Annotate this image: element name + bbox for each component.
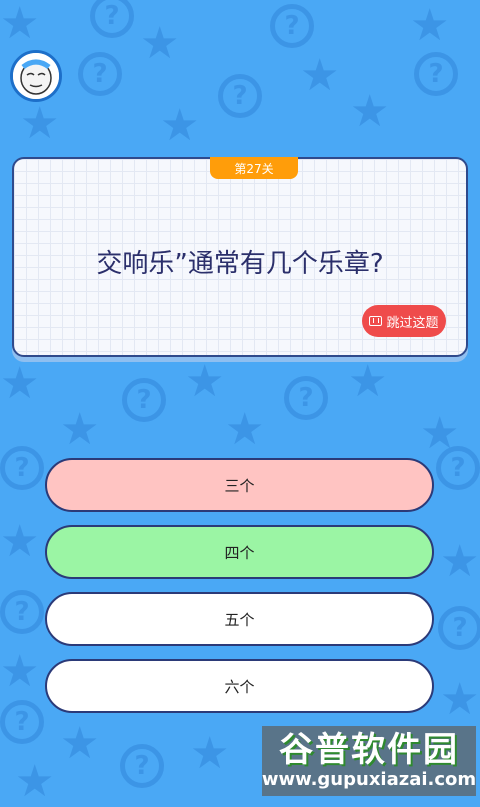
watermark: 谷普软件园 www.gupuxiazai.com <box>262 726 476 796</box>
question-mark-decoration-icon: ? <box>90 0 134 38</box>
star-decoration-icon: ★ <box>140 18 180 69</box>
question-mark-decoration-icon: ? <box>284 376 328 420</box>
star-decoration-icon: ★ <box>440 674 480 725</box>
answer-option-label: 四个 <box>224 543 255 562</box>
star-decoration-icon: ★ <box>160 100 200 151</box>
star-decoration-icon: ★ <box>60 718 100 769</box>
star-decoration-icon: ★ <box>300 50 340 101</box>
star-decoration-icon: ★ <box>350 86 390 137</box>
question-mark-decoration-icon: ? <box>120 744 164 788</box>
star-decoration-icon: ★ <box>420 408 460 459</box>
question-mark-decoration-icon: ? <box>438 606 480 650</box>
ticket-icon <box>369 316 383 326</box>
star-decoration-icon: ★ <box>0 516 40 567</box>
star-decoration-icon: ★ <box>440 536 480 587</box>
question-mark-decoration-icon: ? <box>414 52 458 96</box>
watermark-title: 谷普软件园 <box>279 730 459 770</box>
player-avatar-icon[interactable] <box>10 50 62 102</box>
question-mark-decoration-icon: ? <box>436 446 480 490</box>
question-mark-decoration-icon: ? <box>0 590 44 634</box>
star-decoration-icon: ★ <box>348 356 388 407</box>
question-mark-decoration-icon: ? <box>218 74 262 118</box>
answer-option-2[interactable]: 四个 <box>45 525 434 579</box>
star-decoration-icon: ★ <box>60 404 100 455</box>
question-mark-decoration-icon: ? <box>0 446 44 490</box>
question-text: 交响乐”通常有几个乐章? <box>96 249 384 279</box>
skip-button-label: 跳过这题 <box>386 315 439 331</box>
star-decoration-icon: ★ <box>185 356 225 407</box>
answer-option-label: 六个 <box>224 677 255 696</box>
answer-option-1[interactable]: 三个 <box>45 458 434 512</box>
star-decoration-icon: ★ <box>15 756 55 807</box>
star-decoration-icon: ★ <box>20 98 60 149</box>
answer-option-label: 三个 <box>224 476 255 495</box>
watermark-url: www.gupuxiazai.com <box>261 769 477 790</box>
question-mark-decoration-icon: ? <box>0 700 44 744</box>
star-decoration-icon: ★ <box>0 0 40 49</box>
level-badge: 第27关 <box>210 157 298 179</box>
question-card: 第27关 交响乐”通常有几个乐章? 跳过这题 <box>12 157 468 357</box>
question-mark-decoration-icon: ? <box>78 52 122 96</box>
answer-option-3[interactable]: 五个 <box>45 592 434 646</box>
question-mark-decoration-icon: ? <box>270 4 314 48</box>
question-mark-decoration-icon: ? <box>122 378 166 422</box>
star-decoration-icon: ★ <box>190 728 230 779</box>
star-decoration-icon: ★ <box>0 646 40 697</box>
star-decoration-icon: ★ <box>225 404 265 455</box>
star-decoration-icon: ★ <box>410 0 450 51</box>
answer-option-label: 五个 <box>224 610 255 629</box>
skip-question-button[interactable]: 跳过这题 <box>362 305 446 337</box>
star-decoration-icon: ★ <box>0 358 40 409</box>
answer-option-4[interactable]: 六个 <box>45 659 434 713</box>
